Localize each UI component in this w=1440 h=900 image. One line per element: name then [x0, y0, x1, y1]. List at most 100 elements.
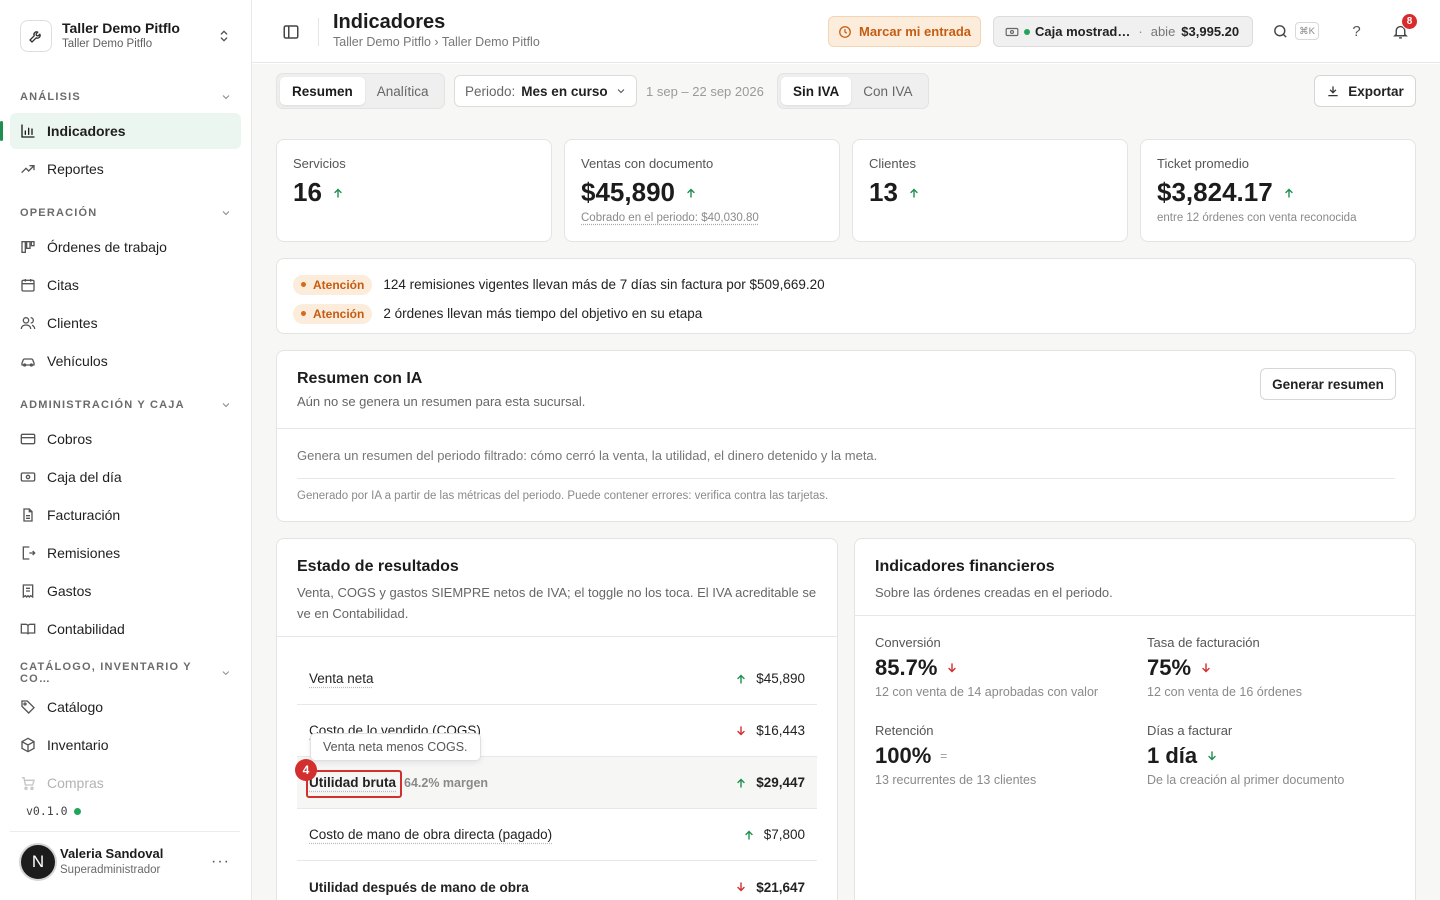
- file-export-icon: [22, 546, 36, 560]
- metric-sub: De la creación al primer documento: [1147, 773, 1345, 787]
- clock-icon: [839, 25, 851, 38]
- sidebar-item-remisiones[interactable]: Remisiones: [10, 535, 241, 571]
- ia-subtitle: Aún no se genera un resumen para esta su…: [297, 394, 586, 409]
- chevron-down-icon: [222, 403, 230, 408]
- user-menu[interactable]: N Valeria Sandoval Superadministrador ··…: [10, 831, 240, 891]
- generar-resumen-button[interactable]: Generar resumen: [1260, 368, 1396, 400]
- caja-selector[interactable]: Caja mostrad… · abie $3,995.20: [993, 16, 1253, 47]
- export-button[interactable]: Exportar: [1314, 75, 1416, 107]
- chevron-up-down-icon: [216, 28, 232, 44]
- version-text: v0.1.0: [26, 804, 68, 818]
- sidebar-item-clientes[interactable]: Clientes: [10, 305, 241, 341]
- section-analisis[interactable]: ANÁLISIS: [20, 87, 232, 107]
- sidebar-item-label: Vehículos: [47, 353, 108, 369]
- user-name: Valeria Sandoval: [60, 845, 164, 861]
- org-switcher[interactable]: Taller Demo Pitflo Taller Demo Pitflo: [20, 14, 240, 58]
- table-row[interactable]: Venta neta $45,890: [297, 653, 817, 705]
- table-row[interactable]: Costo de mano de obra directa (pagado) $…: [297, 809, 817, 861]
- periodo-select[interactable]: Periodo: Mes en curso: [454, 75, 637, 107]
- book-icon: [20, 623, 36, 635]
- marcar-entrada-button[interactable]: Marcar mi entrada: [828, 16, 981, 47]
- users-icon: [20, 317, 36, 330]
- section-operacion[interactable]: OPERACIÓN: [20, 203, 232, 223]
- section-catalogo[interactable]: CATÁLOGO, INVENTARIO Y CO…: [20, 661, 232, 685]
- shortcut-hint: ⌘K: [1295, 22, 1319, 40]
- notification-badge: 8: [1401, 13, 1418, 30]
- card-description: Venta, COGS y gastos SIEMPRE netos de IV…: [297, 585, 817, 621]
- divider: [277, 428, 1415, 429]
- status-dot: [73, 807, 81, 815]
- sidebar-item-catalogo[interactable]: Catálogo: [10, 689, 241, 725]
- iva-toggle: Sin IVA Con IVA: [777, 73, 929, 109]
- help-icon[interactable]: ?: [1348, 23, 1365, 40]
- sidebar-toggle-icon[interactable]: [282, 23, 300, 41]
- wrench-icon: [20, 20, 52, 52]
- sidebar-item-facturacion[interactable]: Facturación: [10, 497, 241, 533]
- more-options-icon[interactable]: ···: [211, 853, 230, 871]
- metric-dias-facturar: Días a facturar 1 día De la creación al …: [1147, 723, 1407, 787]
- sidebar-item-cobros[interactable]: Cobros: [10, 421, 241, 457]
- sidebar-item-gastos[interactable]: Gastos: [10, 573, 241, 609]
- tab-con-iva[interactable]: Con IVA: [851, 77, 924, 105]
- divider: [855, 615, 1415, 616]
- sidebar-item-indicadores[interactable]: Indicadores: [0, 113, 241, 149]
- table-row[interactable]: Utilidad después de mano de obra $21,647: [297, 861, 817, 900]
- sidebar-item-contabilidad[interactable]: Contabilidad: [10, 611, 241, 647]
- app-version: v0.1.0: [26, 804, 81, 818]
- arrow-down-icon: [948, 663, 957, 673]
- arrow-up-icon: [737, 778, 745, 788]
- sidebar-item-citas[interactable]: Citas: [10, 267, 241, 303]
- metric-value: 85.7%: [875, 655, 938, 680]
- arrow-up-icon: [1284, 188, 1293, 198]
- metric-value-row: 85.7%: [875, 655, 1135, 681]
- sidebar-item-label: Indicadores: [47, 123, 126, 139]
- section-administracion[interactable]: ADMINISTRACIÓN Y CAJA: [20, 395, 232, 415]
- sidebar-item-label: Caja del día: [47, 469, 122, 485]
- breadcrumb: Taller Demo Pitflo › Taller Demo Pitflo: [333, 35, 540, 49]
- row-value-group: $29,447: [735, 775, 805, 790]
- card-title: Indicadores financieros: [875, 558, 1055, 575]
- alert-row[interactable]: Atención 2 órdenes llevan más tiempo del…: [293, 299, 1399, 328]
- sidebar-item-inventario[interactable]: Inventario: [10, 727, 241, 763]
- kpi-label: Servicios: [293, 156, 346, 171]
- search-icon[interactable]: [1272, 23, 1289, 40]
- sidebar-item-label: Órdenes de trabajo: [47, 239, 167, 255]
- user-role: Superadministrador: [60, 863, 161, 876]
- divider: [277, 636, 837, 637]
- sidebar-item-vehiculos[interactable]: Vehículos: [10, 343, 241, 379]
- arrow-up-icon: [687, 188, 695, 198]
- export-label: Exportar: [1348, 83, 1404, 99]
- kpi-label: Ticket promedio: [1157, 156, 1249, 171]
- section-title: CATÁLOGO, INVENTARIO Y CO…: [20, 661, 192, 685]
- metric-retencion: Retención 100% = 13 recurrentes de 13 cl…: [875, 723, 1135, 787]
- metric-value-row: 1 día: [1147, 743, 1407, 769]
- sidebar-item-compras[interactable]: Compras: [10, 765, 241, 801]
- metric-value: 1 día: [1147, 743, 1198, 768]
- metric-sub: 12 con venta de 14 aprobadas con valor: [875, 685, 1099, 699]
- sidebar-item-label: Facturación: [47, 507, 121, 523]
- periodo-label: Periodo:: [465, 83, 516, 99]
- tab-analitica[interactable]: Analítica: [365, 77, 441, 105]
- sidebar-item-ordenes[interactable]: Órdenes de trabajo: [10, 229, 241, 265]
- metric-label: Retención: [875, 723, 934, 738]
- ia-body: Genera un resumen del periodo filtrado: …: [297, 448, 878, 463]
- highlight-box: [306, 770, 402, 798]
- cart-icon: [22, 777, 35, 790]
- chevron-down-icon: [617, 89, 624, 94]
- sidebar-item-caja[interactable]: Caja del día: [10, 459, 241, 495]
- tab-resumen[interactable]: Resumen: [280, 77, 365, 105]
- kpi-value-row: 13: [869, 177, 1111, 208]
- kpi-value: $3,824.17: [1157, 177, 1273, 207]
- sidebar-item-label: Gastos: [47, 583, 92, 599]
- sidebar-item-reportes[interactable]: Reportes: [10, 151, 241, 187]
- periodo-value: Mes en curso: [521, 83, 608, 99]
- alert-text: 2 órdenes llevan más tiempo del objetivo…: [383, 306, 703, 321]
- sidebar-item-label: Catálogo: [47, 699, 104, 715]
- car-icon: [21, 358, 35, 367]
- tab-sin-iva[interactable]: Sin IVA: [781, 77, 852, 105]
- row-label: Costo de mano de obra directa (pagado): [309, 827, 553, 842]
- kpi-card-clientes: Clientes 13: [852, 139, 1128, 242]
- arrow-down-icon: [737, 725, 745, 735]
- org-name: Taller Demo Pitflo: [62, 20, 180, 36]
- alert-row[interactable]: Atención 124 remisiones vigentes llevan …: [293, 270, 1399, 299]
